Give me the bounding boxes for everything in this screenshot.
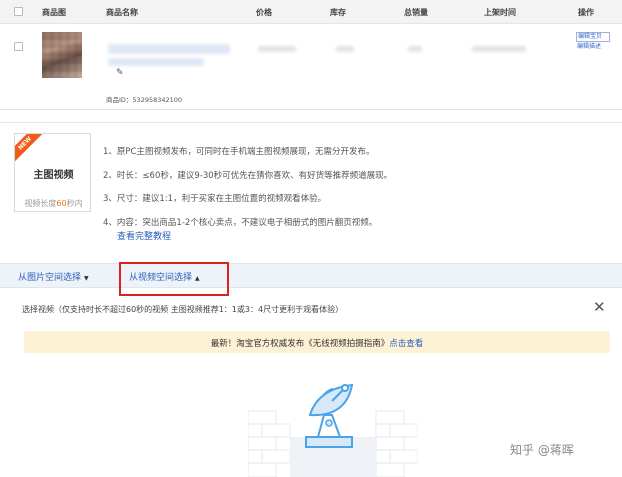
caret-down-icon: ▼ [84,275,89,282]
col-header-op: 操作 [578,8,594,17]
rule-item: 3、尺寸：建议1:1，利于买家在主图位置的视频观看体验。 [103,194,327,205]
main-video-card[interactable]: NEW 主图视频 视频长度60秒内 [14,133,91,212]
notice-banner: 最新！淘宝官方权威发布《无线视频拍摄指南》点击查看 [24,331,610,353]
empty-state-satellite-illustration [248,383,418,477]
rule-item: 1、原PC主图视频发布，可同时在手机端主图视频展现，无需分开发布。 [103,147,375,157]
product-title-blurred-line2[interactable] [108,58,204,66]
pencil-icon[interactable]: ✎ [116,68,124,78]
video-card-title: 主图视频 [33,170,74,181]
col-header-time[interactable]: 上架时间 [484,7,516,18]
edit-item-link[interactable]: 编辑宝贝 [576,32,610,42]
price-blurred [258,46,296,52]
select-video-bar: 选择视频（仅支持时长不超过60秒的视频 主图视频推荐1：1或3：4尺寸更利于观看… [0,296,622,324]
col-header-image: 商品图 [42,8,66,17]
select-all-checkbox[interactable] [14,7,23,16]
rule-item: 2、时长：≤60秒，建议9-30秒可优先在猜你喜欢、有好货等推荐频道展现。 [103,170,393,181]
notice-link[interactable]: 点击查看 [389,339,423,349]
product-thumbnail[interactable] [42,32,82,78]
col-header-name: 商品名称 [106,8,138,17]
col-header-sales[interactable]: 总销量 [404,7,428,18]
full-tutorial-link[interactable]: 查看完整教程 [117,229,171,242]
close-icon[interactable]: ✕ [593,300,606,315]
zhihu-watermark: 知乎 @蒋晖 [510,443,574,457]
highlight-annotation-box [119,262,229,296]
product-table-header: 商品图 商品名称 价格 库存 总销量 上架时间 操作 [0,0,622,24]
tab-image-space[interactable]: 从图片空间选择 ▼ [18,270,89,283]
operation-links: 编辑宝贝 编辑描述 [576,32,610,52]
sales-blurred [408,46,422,52]
main-video-info-panel: NEW 主图视频 视频长度60秒内 1、原PC主图视频发布，可同时在手机端主图视… [0,122,622,272]
edit-description-link[interactable]: 编辑描述 [576,43,610,51]
stock-blurred [336,46,354,52]
source-tab-bar: 从图片空间选择 ▼ 从视频空间选择 ▲ [0,263,622,288]
video-card-subtitle: 视频长度60秒内 [24,199,83,208]
product-row: ✎ 商品ID：532958342100 编辑宝贝 编辑描述 [0,24,622,110]
new-badge: NEW [15,134,46,165]
col-header-price[interactable]: 价格 [256,7,272,18]
product-title-blurred[interactable] [108,44,230,54]
time-blurred [472,46,526,52]
product-id: 商品ID：532958342100 [106,96,183,104]
select-video-label: 选择视频（仅支持时长不超过60秒的视频 主图视频推荐1：1或3：4尺寸更利于观看… [22,305,344,314]
video-rules-list: 1、原PC主图视频发布，可同时在手机端主图视频展现，无需分开发布。 2、时长：≤… [103,141,392,235]
notice-text: 最新！淘宝官方权威发布《无线视频拍摄指南》点击查看 [210,339,424,349]
col-header-stock[interactable]: 库存 [330,7,346,18]
row-checkbox[interactable] [14,42,23,51]
